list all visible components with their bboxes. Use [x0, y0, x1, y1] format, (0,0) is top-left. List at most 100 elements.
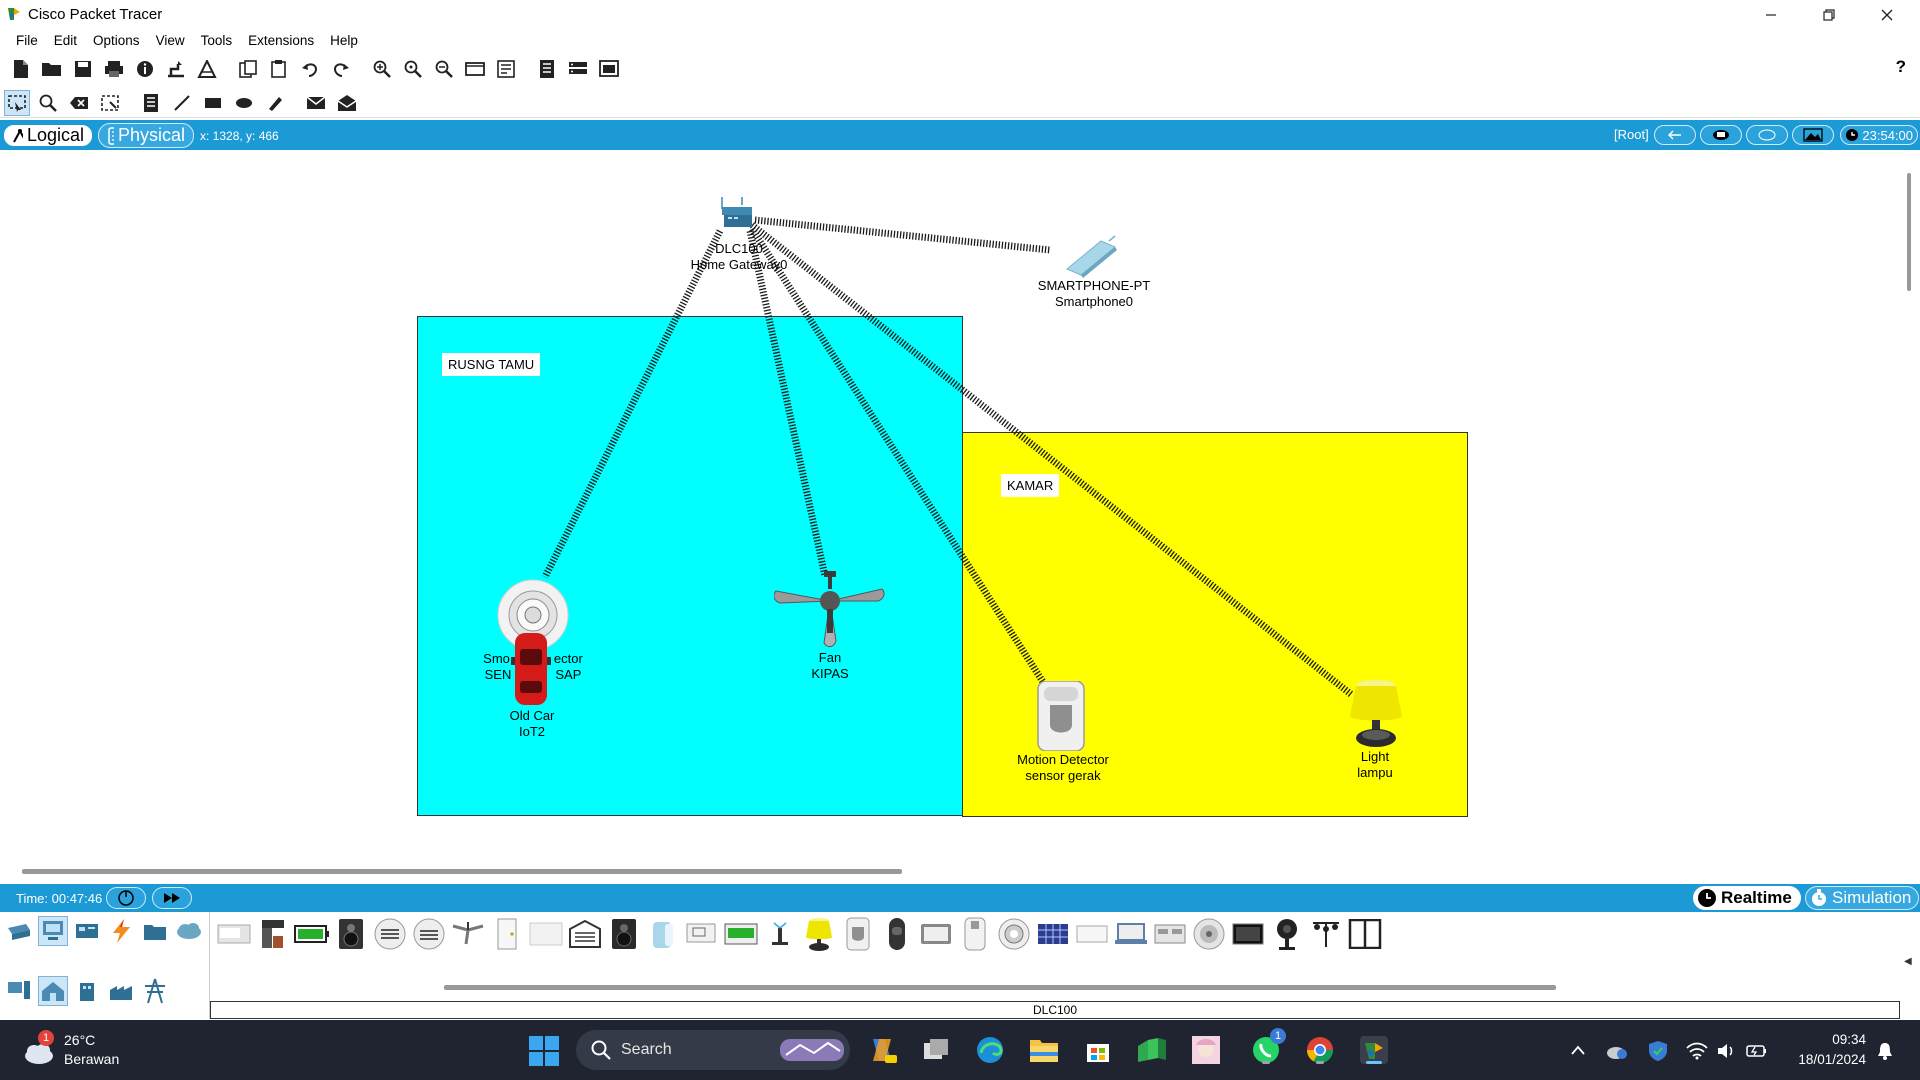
notification-bell-icon[interactable] [1876, 1041, 1894, 1061]
palette-device-14[interactable] [723, 916, 759, 952]
draw-rectangle-tool[interactable] [200, 90, 226, 116]
activity-wizard-button[interactable] [194, 56, 220, 82]
palette-device-10[interactable] [567, 916, 603, 952]
palette-device-9[interactable] [528, 916, 564, 952]
paste-button[interactable] [266, 56, 292, 82]
taskbar-search[interactable]: Search [576, 1030, 850, 1070]
taskbar-edge[interactable] [972, 1032, 1008, 1068]
tab-physical[interactable]: Physical [98, 123, 194, 148]
category-connections[interactable] [106, 916, 136, 946]
zoom-out-button[interactable] [431, 56, 457, 82]
palette-device-30[interactable] [1347, 916, 1383, 952]
new-button[interactable] [8, 56, 34, 82]
category-components[interactable] [72, 916, 102, 946]
device-light[interactable] [1346, 680, 1406, 750]
copy-button[interactable] [235, 56, 261, 82]
palette-collapse-icon[interactable]: ◀ [1904, 956, 1912, 967]
logical-workspace-canvas[interactable]: RUSNG TAMU KAMAR DLC100 Home Gateway0 SM… [0, 151, 1900, 864]
freeform-tool[interactable] [262, 90, 288, 116]
print-button[interactable] [101, 56, 127, 82]
windows-start-icon[interactable] [528, 1035, 560, 1067]
place-note-tool[interactable] [138, 90, 164, 116]
palette-device-27[interactable] [1230, 916, 1266, 952]
new-cluster-button[interactable] [1746, 125, 1788, 145]
realtime-mode-button[interactable]: Realtime [1693, 886, 1801, 910]
simulation-mode-button[interactable]: Simulation [1805, 886, 1919, 910]
pdu-list-button[interactable] [596, 56, 622, 82]
zoom-reset-button[interactable] [400, 56, 426, 82]
palette-device-19[interactable] [918, 916, 954, 952]
tab-logical[interactable]: Logical [2, 123, 94, 148]
palette-device-11[interactable] [606, 916, 642, 952]
undo-button[interactable] [297, 56, 323, 82]
weather-widget[interactable]: 1 26°C Berawan [22, 1030, 142, 1070]
device-smartphone[interactable] [1065, 235, 1119, 279]
subcategory-end-devices[interactable] [4, 976, 34, 1006]
palette-device-26[interactable] [1191, 916, 1227, 952]
canvas-horizontal-scroll-thumb[interactable] [22, 869, 902, 874]
palette-device-20[interactable] [957, 916, 993, 952]
palette-device-25[interactable] [1152, 916, 1188, 952]
windows-security-shield-icon[interactable] [1648, 1040, 1668, 1062]
category-miscellaneous[interactable] [140, 916, 170, 946]
palette-device-4[interactable] [333, 916, 369, 952]
add-simple-pdu-tool[interactable] [303, 90, 329, 116]
subcategory-power-grid[interactable] [140, 976, 170, 1006]
palette-device-29[interactable] [1308, 916, 1344, 952]
palette-device-16[interactable] [801, 916, 837, 952]
palette-device-17[interactable] [840, 916, 876, 952]
menu-extensions[interactable]: Extensions [240, 33, 322, 48]
ipc-button[interactable] [565, 56, 591, 82]
viewport-button[interactable] [534, 56, 560, 82]
fast-forward-button[interactable] [152, 887, 192, 909]
close-button[interactable] [1858, 0, 1916, 29]
device-old-car[interactable] [511, 631, 551, 707]
category-network-devices[interactable] [4, 916, 34, 946]
palette-device-2[interactable] [255, 916, 291, 952]
taskbar-packet-tracer[interactable] [1356, 1032, 1392, 1068]
palette-device-8[interactable] [489, 916, 525, 952]
subcategory-smart-city[interactable] [72, 976, 102, 1006]
delete-tool[interactable] [66, 90, 92, 116]
menu-tools[interactable]: Tools [193, 33, 241, 48]
taskbar-copilot[interactable] [864, 1032, 900, 1068]
wifi-icon[interactable] [1686, 1042, 1708, 1060]
palette-device-7[interactable] [450, 916, 486, 952]
drawing-palette-button[interactable] [462, 56, 488, 82]
palette-device-18[interactable] [879, 916, 915, 952]
zoom-in-button[interactable] [369, 56, 395, 82]
palette-device-22[interactable] [1035, 916, 1071, 952]
palette-device-13[interactable] [684, 916, 720, 952]
select-tool[interactable] [4, 89, 30, 116]
redo-button[interactable] [328, 56, 354, 82]
category-multiuser[interactable] [174, 916, 204, 946]
volume-icon[interactable] [1716, 1042, 1736, 1060]
set-background-button[interactable] [1792, 125, 1834, 145]
palette-scroll-thumb[interactable] [444, 985, 1556, 990]
menu-view[interactable]: View [148, 33, 193, 48]
menu-help[interactable]: Help [322, 33, 366, 48]
taskbar-file-explorer[interactable] [1026, 1032, 1062, 1068]
network-info-button[interactable] [163, 56, 189, 82]
system-clock-date[interactable]: 18/01/2024 [1780, 1052, 1866, 1067]
taskbar-task-view[interactable] [918, 1032, 954, 1068]
taskbar-anime-app[interactable] [1188, 1032, 1224, 1068]
palette-device-5[interactable] [372, 916, 408, 952]
battery-charging-icon[interactable] [1746, 1043, 1768, 1059]
device-home-gateway[interactable] [718, 195, 760, 231]
menu-options[interactable]: Options [85, 33, 148, 48]
menu-edit[interactable]: Edit [46, 33, 85, 48]
taskbar-store[interactable] [1080, 1032, 1116, 1068]
palette-device-1[interactable] [216, 916, 252, 952]
cluster-view-button[interactable] [1700, 125, 1742, 145]
palette-device-6[interactable] [411, 916, 447, 952]
resize-shape-tool[interactable] [97, 90, 123, 116]
save-button[interactable] [70, 56, 96, 82]
palette-device-28[interactable] [1269, 916, 1305, 952]
taskbar-whatsapp[interactable]: 1 [1248, 1028, 1286, 1068]
taskbar-app-green[interactable] [1134, 1032, 1170, 1068]
palette-device-23[interactable] [1074, 916, 1110, 952]
palette-device-15[interactable] [762, 916, 798, 952]
workspace-clock[interactable]: 23:54:00 [1840, 125, 1918, 145]
power-cycle-button[interactable] [106, 887, 146, 909]
